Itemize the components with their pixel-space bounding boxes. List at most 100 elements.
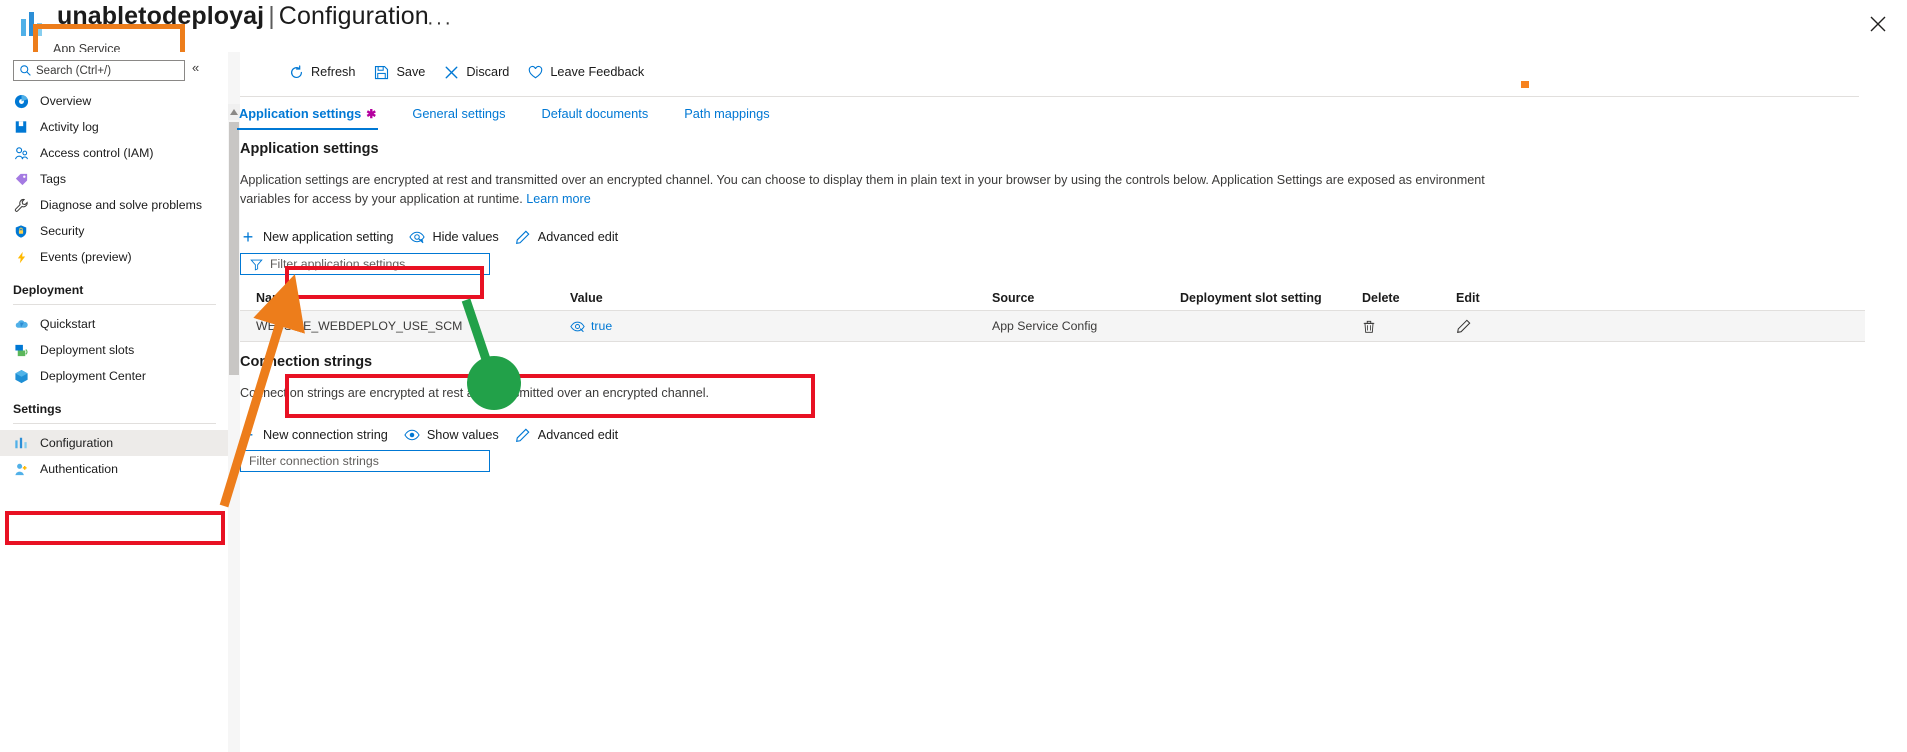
page-title: unabletodeployaj | Configuration xyxy=(57,2,429,31)
sidebar-divider xyxy=(13,423,216,424)
sidebar-item-diagnose[interactable]: Diagnose and solve problems xyxy=(0,192,228,218)
sidebar-item-access-control[interactable]: Access control (IAM) xyxy=(0,140,228,166)
collapse-sidebar-button[interactable]: « xyxy=(192,61,199,75)
filter-connection-strings-input[interactable]: Filter connection strings xyxy=(240,450,490,472)
wrench-icon xyxy=(13,197,29,213)
overview-icon xyxy=(13,93,29,109)
lightning-icon xyxy=(13,249,29,265)
sidebar-item-label: Events (preview) xyxy=(40,250,132,264)
command-label: Save xyxy=(396,65,426,79)
advanced-edit-app-settings-button[interactable]: Advanced edit xyxy=(515,224,618,250)
plus-icon: + xyxy=(242,425,254,445)
page-header: unabletodeployaj | Configuration ··· App S… xyxy=(0,0,1907,56)
sidebar-item-label: Tags xyxy=(40,172,66,186)
sidebar-item-activity-log[interactable]: Activity log xyxy=(0,114,228,140)
new-application-setting-button[interactable]: + New application setting xyxy=(240,224,394,250)
action-label: New application setting xyxy=(263,230,394,244)
column-header-name[interactable]: Name xyxy=(240,291,570,305)
delete-setting-button[interactable] xyxy=(1362,319,1456,334)
leave-feedback-button[interactable]: Leave Feedback xyxy=(527,58,644,86)
tab-label: Application settings xyxy=(239,106,362,121)
tab-general-settings[interactable]: General settings xyxy=(410,102,507,130)
pencil-icon xyxy=(515,229,531,245)
filter-placeholder: Filter application settings xyxy=(270,257,406,271)
access-control-icon xyxy=(13,145,29,161)
grid-header-row: Name Value Source Deployment slot settin… xyxy=(240,285,1865,311)
filter-icon xyxy=(249,257,264,272)
sidebar-item-label: Overview xyxy=(40,94,92,108)
setting-value-cell[interactable]: true xyxy=(570,319,992,334)
discard-button[interactable]: Discard xyxy=(443,58,509,86)
description-text: Application settings are encrypted at re… xyxy=(240,173,1485,206)
cloud-icon xyxy=(13,316,29,332)
sidebar-item-deployment-slots[interactable]: Deployment slots xyxy=(0,337,228,363)
close-icon[interactable] xyxy=(1867,13,1889,35)
trash-icon xyxy=(1362,319,1456,334)
command-bar: Refresh Save Discard Leave Feedback xyxy=(240,52,1907,92)
eye-icon xyxy=(404,427,420,443)
application-settings-actions: + New application setting Hide values Ad… xyxy=(240,224,634,250)
sidebar-item-overview[interactable]: Overview xyxy=(0,88,228,114)
sidebar-item-events[interactable]: Events (preview) xyxy=(0,244,228,270)
save-icon xyxy=(373,64,389,80)
refresh-button[interactable]: Refresh xyxy=(288,58,355,86)
search-placeholder: Search (Ctrl+/) xyxy=(36,64,112,77)
pencil-icon xyxy=(515,427,531,443)
sidebar-item-quickstart[interactable]: Quickstart xyxy=(0,311,228,337)
tab-default-documents[interactable]: Default documents xyxy=(540,102,651,130)
show-values-button[interactable]: Show values xyxy=(404,422,499,448)
sidebar-item-configuration[interactable]: Configuration xyxy=(0,430,228,456)
command-label: Leave Feedback xyxy=(550,65,645,79)
resource-name: unabletodeployaj xyxy=(57,2,265,30)
column-header-source[interactable]: Source xyxy=(992,291,1180,305)
sidebar-item-label: Access control (IAM) xyxy=(40,146,154,160)
learn-more-link[interactable]: Learn more xyxy=(526,192,590,206)
action-label: Advanced edit xyxy=(537,428,619,442)
action-label: Hide values xyxy=(432,230,499,244)
tab-application-settings[interactable]: Application settings ✱ xyxy=(237,102,379,130)
tab-path-mappings[interactable]: Path mappings xyxy=(682,102,771,130)
sidebar: Search (Ctrl+/) « Overview Activity log xyxy=(0,52,228,752)
save-button[interactable]: Save xyxy=(373,58,425,86)
tags-icon xyxy=(13,171,29,187)
discard-icon xyxy=(443,64,459,80)
sidebar-item-label: Diagnose and solve problems xyxy=(40,198,203,212)
main-content: Refresh Save Discard Leave Feedback Appl… xyxy=(237,52,1907,752)
tab-label: Default documents xyxy=(541,106,649,121)
cube-icon xyxy=(13,368,29,384)
column-header-value[interactable]: Value xyxy=(570,291,992,305)
sidebar-item-deployment-center[interactable]: Deployment Center xyxy=(0,363,228,389)
search-icon xyxy=(20,65,31,76)
configuration-icon xyxy=(13,435,29,451)
application-settings-grid: Name Value Source Deployment slot settin… xyxy=(240,285,1865,342)
edit-setting-button[interactable] xyxy=(1456,319,1550,334)
column-header-edit: Edit xyxy=(1456,290,1480,305)
configuration-blade-icon xyxy=(20,10,48,36)
setting-name: WEBSITE_WEBDEPLOY_USE_SCM xyxy=(256,319,463,333)
activity-log-icon xyxy=(13,119,29,135)
sidebar-item-tags[interactable]: Tags xyxy=(0,166,228,192)
table-row[interactable]: WEBSITE_WEBDEPLOY_USE_SCM true App Servi… xyxy=(240,311,1865,342)
sidebar-item-label: Authentication xyxy=(40,462,118,476)
plus-icon: + xyxy=(242,227,254,247)
sidebar-group-settings: Settings xyxy=(13,402,62,416)
connection-strings-actions: + New connection string Show values Adva… xyxy=(240,422,634,448)
sidebar-scrollbar-thumb[interactable] xyxy=(229,122,239,375)
sidebar-item-label: Activity log xyxy=(40,120,99,134)
action-label: Show values xyxy=(426,428,499,442)
new-connection-string-button[interactable]: + New connection string xyxy=(240,422,388,448)
sidebar-item-authentication[interactable]: Authentication xyxy=(0,456,228,482)
advanced-edit-connection-strings-button[interactable]: Advanced edit xyxy=(515,422,618,448)
more-menu-icon[interactable]: ··· xyxy=(427,12,453,35)
sidebar-item-security[interactable]: Security xyxy=(0,218,228,244)
command-label: Discard xyxy=(466,65,510,79)
azure-portal-screenshot: unabletodeployaj | Configuration ··· App S… xyxy=(0,0,1907,752)
column-header-deployment-slot-setting[interactable]: Deployment slot setting xyxy=(1180,291,1362,305)
filter-application-settings-input[interactable]: Filter application settings xyxy=(240,253,490,275)
action-label: New connection string xyxy=(263,428,388,442)
search-input[interactable]: Search (Ctrl+/) xyxy=(13,60,185,81)
sidebar-item-label: Security xyxy=(40,224,85,238)
heart-icon xyxy=(527,64,543,80)
action-label: Advanced edit xyxy=(537,230,619,244)
hide-values-button[interactable]: Hide values xyxy=(409,224,499,250)
